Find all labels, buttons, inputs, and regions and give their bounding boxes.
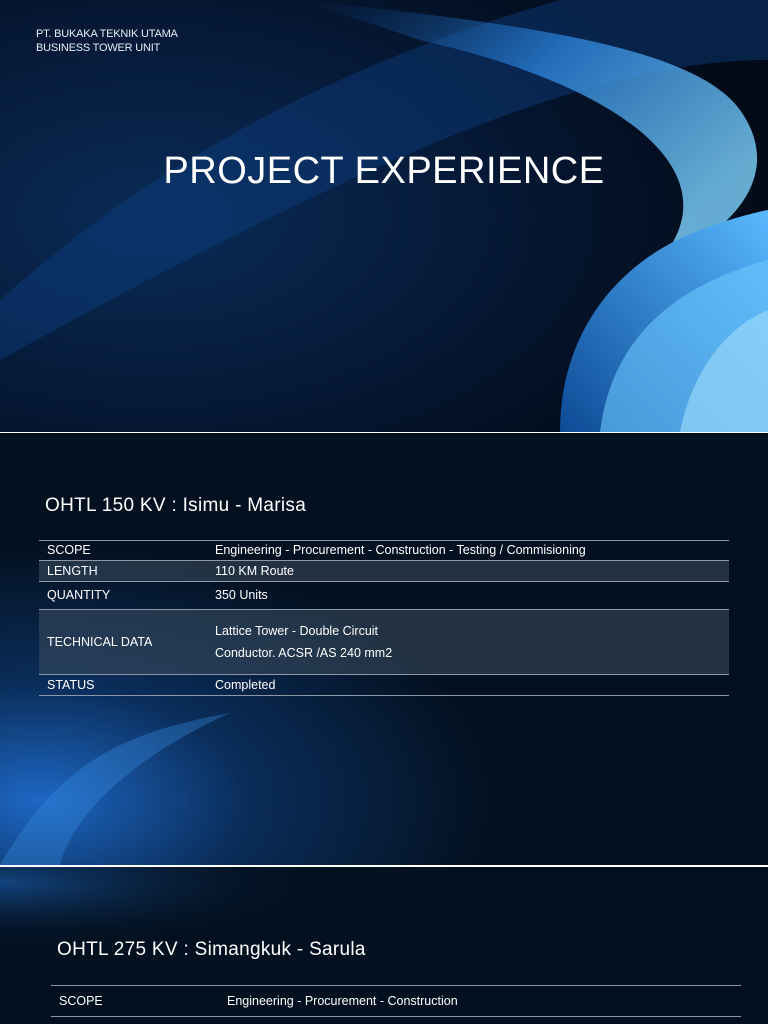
slide-title: PROJECT EXPERIENCE <box>163 150 605 192</box>
row-label: SCOPE <box>39 540 207 561</box>
technical-line-2: Conductor. ACSR /AS 240 mm2 <box>215 646 393 660</box>
project-slide-2: OHTL 275 KV : Simangkuk - Sarula SCOPE E… <box>0 867 768 1024</box>
table-row-scope: SCOPE Engineering - Procurement - Constr… <box>51 985 741 1017</box>
row-label: LENGTH <box>39 560 207 582</box>
row-label: TECHNICAL DATA <box>39 609 207 675</box>
project-title: OHTL 275 KV : Simangkuk - Sarula <box>57 939 366 960</box>
row-value: 110 KM Route <box>207 560 729 582</box>
company-name: PT. BUKAKA TEKNIK UTAMA BUSINESS TOWER U… <box>36 27 178 55</box>
row-value: Completed <box>207 674 729 696</box>
title-slide: PT. BUKAKA TEKNIK UTAMA BUSINESS TOWER U… <box>0 0 768 432</box>
project-details-table: SCOPE Engineering - Procurement - Constr… <box>51 985 741 1017</box>
company-line-1: PT. BUKAKA TEKNIK UTAMA <box>36 28 178 40</box>
row-value: Engineering - Procurement - Construction… <box>207 540 729 561</box>
company-line-2: BUSINESS TOWER UNIT <box>36 42 161 54</box>
table-row-quantity: QUANTITY 350 Units <box>39 581 729 610</box>
swirl-background <box>0 0 768 432</box>
project-title: OHTL 150 KV : Isimu - Marisa <box>45 495 307 516</box>
table-row-status: STATUS Completed <box>39 674 729 696</box>
technical-line-1: Lattice Tower - Double Circuit <box>215 624 379 638</box>
table-row-scope: SCOPE Engineering - Procurement - Constr… <box>39 540 729 561</box>
table-row-length: LENGTH 110 KM Route <box>39 560 729 582</box>
row-value: Engineering - Procurement - Construction <box>219 985 741 1017</box>
row-label: STATUS <box>39 674 207 696</box>
row-value: 350 Units <box>207 581 729 610</box>
table-row-technical-data: TECHNICAL DATA Lattice Tower - Double Ci… <box>39 609 729 675</box>
row-label: SCOPE <box>51 985 219 1017</box>
project-details-table: SCOPE Engineering - Procurement - Constr… <box>39 540 729 696</box>
row-value: Lattice Tower - Double Circuit Conductor… <box>207 609 729 675</box>
project-slide-1: OHTL 150 KV : Isimu - Marisa SCOPE Engin… <box>0 433 768 865</box>
row-label: QUANTITY <box>39 581 207 610</box>
